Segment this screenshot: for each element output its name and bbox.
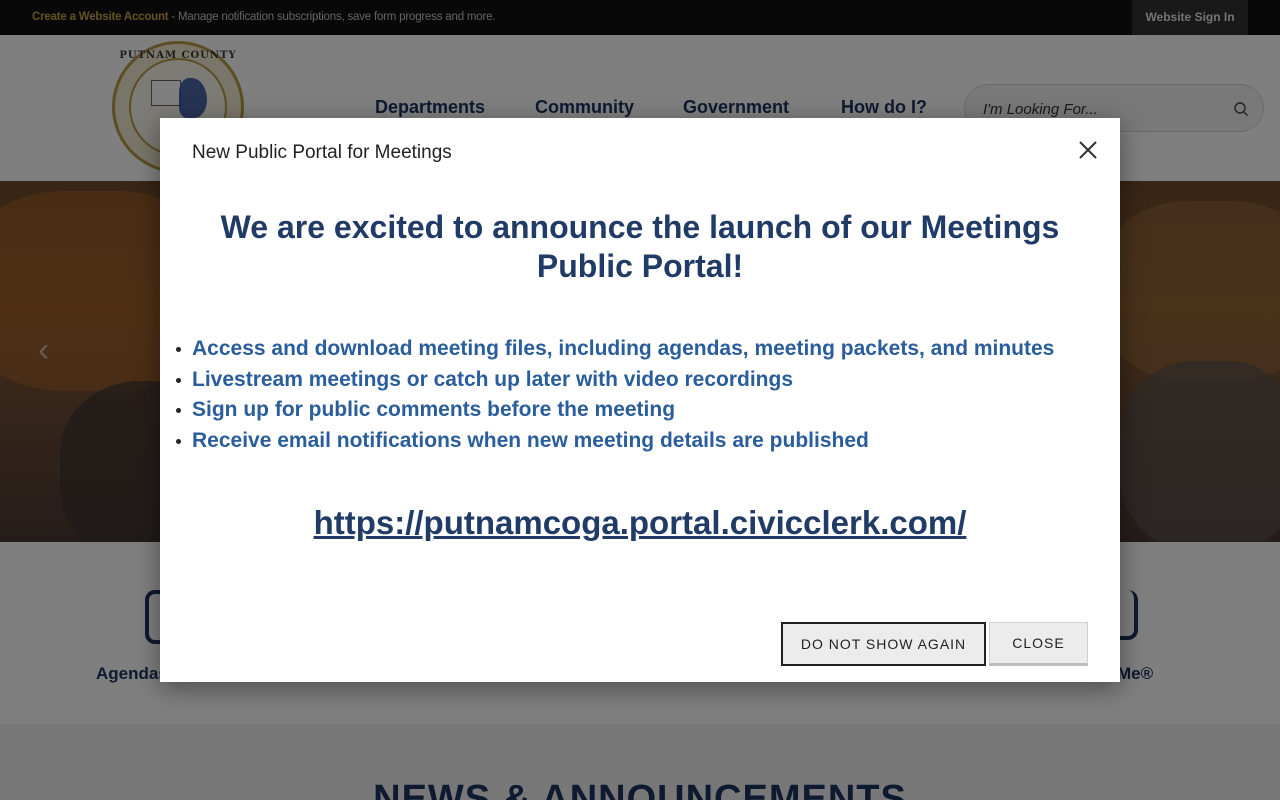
do-not-show-again-button[interactable]: DO NOT SHOW AGAIN [781,622,986,666]
feature-text: Sign up for public comments before the m… [192,398,676,421]
close-icon[interactable] [1072,134,1104,166]
announcement-headline: We are excited to announce the launch of… [220,209,1060,284]
feature-list-item: Access and download meeting files, inclu… [176,334,1088,365]
feature-text: Livestream meetings or catch up later wi… [192,367,794,391]
bullet-icon [176,347,181,352]
portal-link[interactable]: https://putnamcoga.portal.civicclerk.com… [192,504,1088,542]
feature-text: Access and download meeting files, inclu… [192,337,1055,360]
close-button[interactable]: CLOSE [989,622,1088,666]
feature-list-item: Livestream meetings or catch up later wi… [176,365,1088,396]
announcement-modal: New Public Portal for Meetings We are ex… [160,118,1120,682]
feature-text: Receive email notifications when new mee… [192,428,869,452]
feature-list-item: Sign up for public comments before the m… [176,395,1088,426]
bullet-icon [176,377,181,383]
bullet-icon [176,438,181,444]
feature-list: Access and download meeting files, inclu… [176,334,1088,457]
bullet-icon [176,408,181,413]
modal-title: New Public Portal for Meetings [192,142,452,163]
feature-list-item: Receive email notifications when new mee… [176,426,1088,457]
